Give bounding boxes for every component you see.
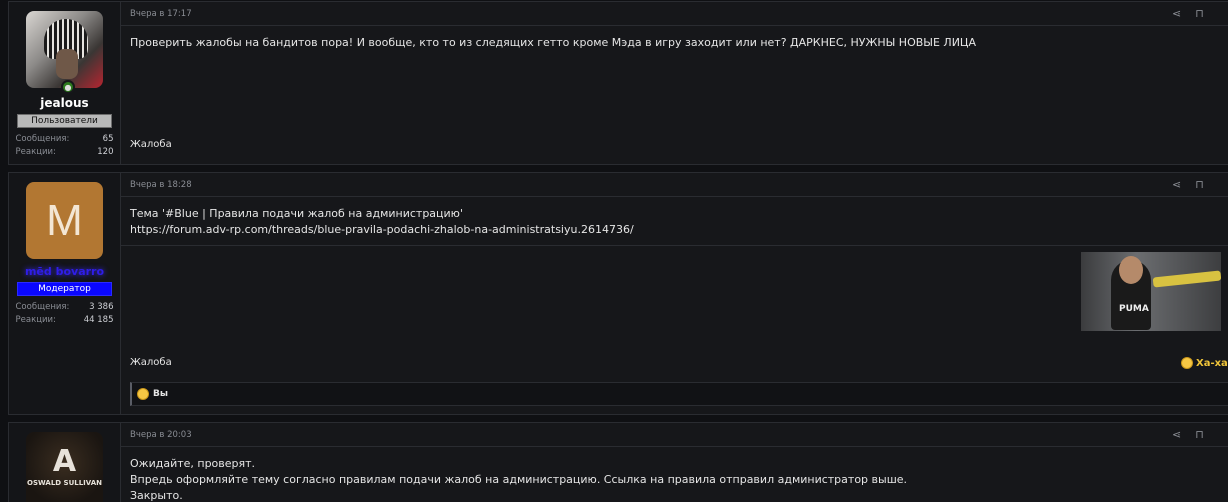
reaction-button[interactable]: Ха-ха [1181,357,1228,369]
share-icon[interactable]: ⋖ [1172,428,1181,441]
post-text: Тема '#Blue | Правила подачи жалоб на ад… [121,197,1228,238]
post-2: M mēd bovarro Модератор Сообщения: 3 386 … [8,172,1228,415]
post-header: Вчера в 18:28 ⋖ ⊓ [121,173,1228,197]
post-content: Вчера в 20:03 ⋖ ⊓ Ожидайте, проверят. Вп… [121,423,1228,502]
post-timestamp[interactable]: Вчера в 17:17 [130,9,192,19]
messages-label: Сообщения: [15,302,70,312]
bookmark-icon[interactable]: ⊓ [1195,7,1204,20]
user-avatar[interactable]: A OSWALD SULLIVAN [26,432,103,502]
bookmark-icon[interactable]: ⊓ [1195,178,1204,191]
user-avatar[interactable]: M [26,182,103,259]
post-content: Вчера в 18:28 ⋖ ⊓ Тема '#Blue | Правила … [121,173,1228,414]
post-timestamp[interactable]: Вчера в 20:03 [130,430,192,440]
reactions-by: Вы [153,389,168,399]
reactions-count: 120 [97,147,114,157]
post-text-line: Впредь оформляйте тему согласно правилам… [130,473,908,486]
post-content: Вчера в 17:17 ⋖ ⊓ Проверить жалобы на ба… [121,2,1228,164]
laugh-emoji-icon [1181,357,1193,369]
shirt-logo-text: PUMA [1119,304,1149,314]
thread-link[interactable]: https://forum.adv-rp.com/threads/blue-pr… [130,222,1228,238]
forum-thread: ● jealous Пользователи Сообщения: 65 Реак… [0,0,1228,502]
user-stats: Сообщения: 65 Реакции: 120 [16,133,114,159]
user-stats: Сообщения: 3 386 Реакции: 44 185 [16,301,114,327]
report-link[interactable]: Жалоба [130,357,172,368]
share-icon[interactable]: ⋖ [1172,7,1181,20]
username[interactable]: mēd bovarro [25,265,104,278]
post-header: Вчера в 20:03 ⋖ ⊓ [121,423,1228,447]
laugh-emoji-icon [137,388,149,400]
post-text: Ожидайте, проверят. Впредь оформляйте те… [121,447,1228,502]
messages-label: Сообщения: [15,134,70,144]
avatar-username-text: OSWALD SULLIVAN [27,479,102,487]
post-header: Вчера в 17:17 ⋖ ⊓ [121,2,1228,26]
messages-count: 3 386 [89,302,114,312]
post-user-panel: A OSWALD SULLIVAN [9,423,121,502]
post-timestamp[interactable]: Вчера в 18:28 [130,180,192,190]
post-user-panel: M mēd bovarro Модератор Сообщения: 3 386 … [9,173,121,414]
post-3: A OSWALD SULLIVAN Вчера в 20:03 ⋖ ⊓ Ожид… [8,422,1228,502]
username[interactable]: jealous [40,96,88,110]
reactions-summary[interactable]: Вы [130,382,1228,406]
online-status-icon: ● [61,80,75,94]
post-text-line: Тема '#Blue | Правила подачи жалоб на ад… [130,207,463,220]
share-icon[interactable]: ⋖ [1172,178,1181,191]
post-1: ● jealous Пользователи Сообщения: 65 Реак… [8,1,1228,165]
avatar-letter: M [46,195,83,245]
post-text: Проверить жалобы на бандитов пора! И воо… [130,36,977,49]
user-group-badge: Пользователи [17,114,112,128]
user-avatar[interactable]: ● [26,11,103,94]
reaction-label: Ха-ха [1196,357,1228,369]
bookmark-icon[interactable]: ⊓ [1195,428,1204,441]
post-text-line: Ожидайте, проверят. [130,457,256,470]
post-user-panel: ● jealous Пользователи Сообщения: 65 Реак… [9,2,121,164]
logo-icon: A [52,444,77,479]
messages-count: 65 [102,134,114,144]
post-text-line: Закрыто. [130,489,183,502]
reactions-label: Реакции: [15,147,56,157]
reactions-label: Реакции: [15,315,56,325]
report-link[interactable]: Жалоба [130,139,172,150]
media-thumbnail[interactable]: PUMA [1081,252,1221,331]
user-group-badge: Модератор [17,282,112,296]
reactions-count: 44 185 [83,315,114,325]
